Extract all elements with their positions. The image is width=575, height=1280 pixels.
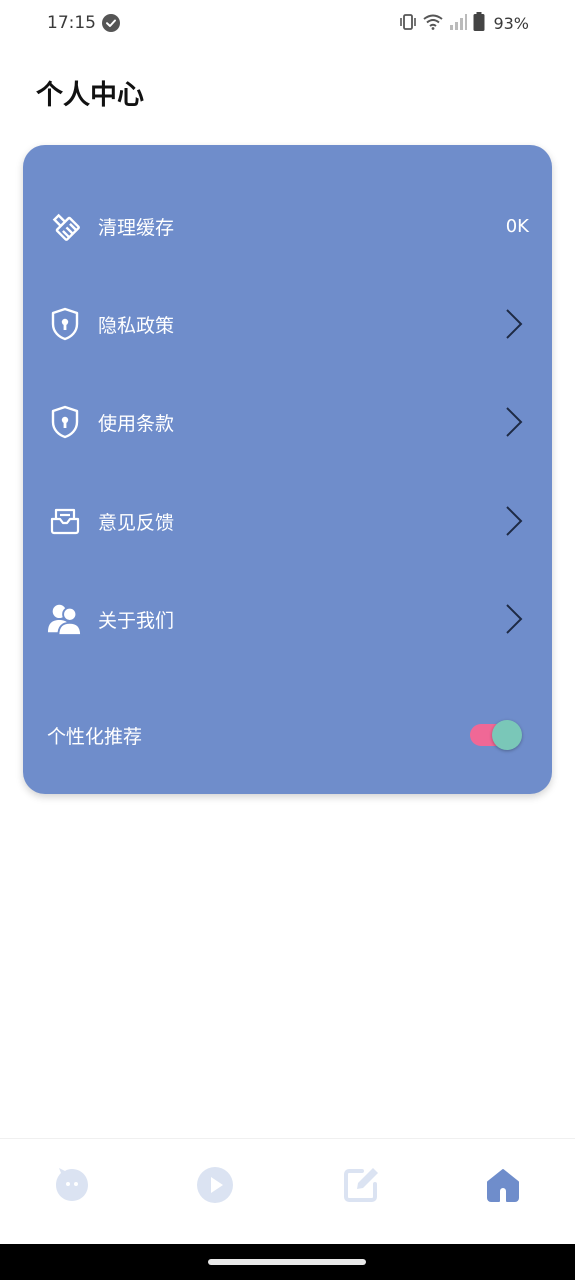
personalized-recommendation-label: 个性化推荐	[47, 726, 143, 748]
wifi-icon	[423, 14, 444, 34]
nav-item-play[interactable]	[195, 1167, 235, 1207]
battery-icon	[473, 12, 485, 35]
page-title: 个人中心	[36, 80, 144, 111]
menu-item-clear-cache[interactable]: 清理缓存 0K	[23, 196, 552, 256]
menu-item-feedback[interactable]: 意见反馈	[23, 491, 552, 551]
status-time: 17:15	[47, 13, 96, 33]
menu-label: 清理缓存	[98, 216, 175, 239]
mail-tray-icon	[47, 503, 83, 539]
personalized-recommendation-toggle[interactable]	[470, 718, 524, 750]
menu-label: 使用条款	[98, 412, 175, 435]
system-gesture-bar	[0, 1244, 575, 1280]
chevron-right-icon	[504, 308, 524, 340]
users-icon	[47, 601, 83, 637]
vibrate-icon	[399, 13, 417, 34]
chat-face-icon	[54, 1167, 90, 1207]
chevron-right-icon	[504, 406, 524, 438]
menu-label: 关于我们	[98, 609, 175, 632]
shield-lock-icon	[47, 404, 83, 440]
check-circle-icon	[102, 14, 120, 32]
play-circle-icon	[196, 1166, 234, 1208]
status-icons: 93%	[399, 12, 529, 35]
menu-label: 隐私政策	[98, 314, 175, 337]
menu-item-terms-of-use[interactable]: 使用条款	[23, 392, 552, 452]
cache-size-value: 0K	[505, 215, 529, 237]
nav-item-home[interactable]	[483, 1167, 523, 1207]
edit-icon	[342, 1166, 380, 1208]
broom-icon	[47, 208, 83, 244]
home-icon	[485, 1167, 521, 1207]
menu-item-about-us[interactable]: 关于我们	[23, 589, 552, 649]
personalized-recommendation-row: 个性化推荐	[23, 705, 552, 765]
bottom-nav	[0, 1138, 575, 1244]
signal-icon	[449, 13, 468, 34]
status-bar: 17:15 93%	[0, 0, 575, 48]
menu-label: 意见反馈	[98, 511, 175, 534]
nav-item-edit[interactable]	[341, 1167, 381, 1207]
menu-item-privacy-policy[interactable]: 隐私政策	[23, 294, 552, 354]
chevron-right-icon	[504, 603, 524, 635]
toggle-knob	[492, 720, 522, 750]
home-gesture-handle[interactable]	[208, 1259, 366, 1265]
chevron-right-icon	[504, 505, 524, 537]
shield-lock-icon	[47, 306, 83, 342]
battery-percent: 93%	[493, 14, 529, 33]
settings-card: 清理缓存 0K 隐私政策 使用条款 意见反馈 关于我们 个性化推荐	[23, 145, 552, 794]
nav-item-chat[interactable]	[52, 1167, 92, 1207]
